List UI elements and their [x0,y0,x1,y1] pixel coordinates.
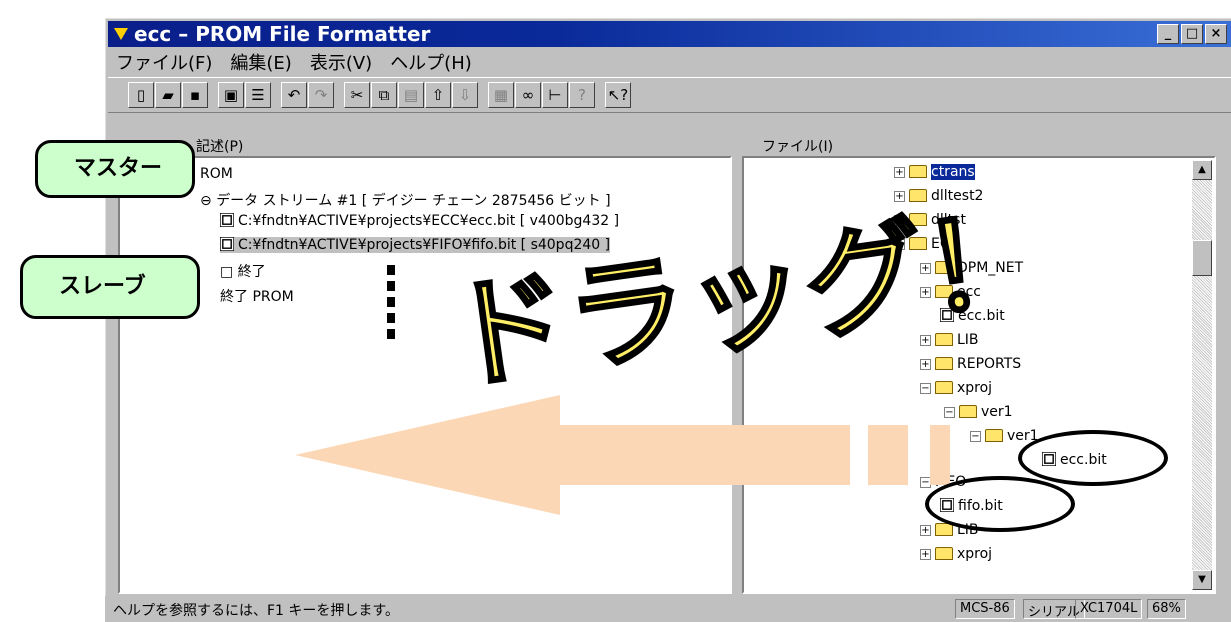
highlight-fifo-bit [925,476,1075,532]
drag-arrow-shape [295,395,850,515]
drag-arrow-tail-2 [930,425,950,485]
highlight-ecc-bit [1018,430,1168,486]
drag-arrow: ドラッグ！ [295,186,1055,515]
drag-arrow-tail-1 [868,425,908,485]
drag-text: ドラッグ！ [440,188,1054,409]
